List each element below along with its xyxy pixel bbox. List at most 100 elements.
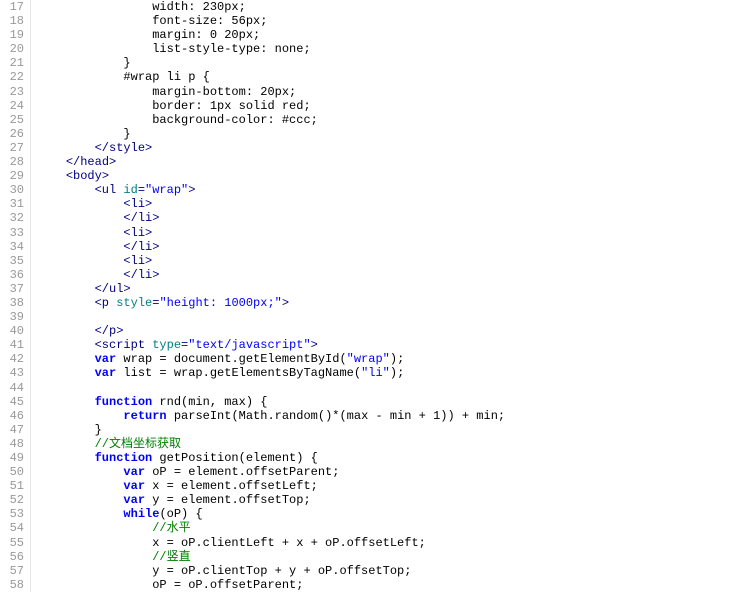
code-editor: 1718192021222324252627282930313233343536… (0, 0, 732, 592)
code-token: list-style-type: none; (37, 42, 311, 56)
code-token: </li> (123, 240, 159, 254)
line-number: 28 (0, 155, 30, 169)
line-number: 17 (0, 0, 30, 14)
code-line[interactable]: width: 230px; (37, 0, 732, 14)
code-token: > (188, 183, 195, 197)
code-line[interactable]: while(oP) { (37, 507, 732, 521)
line-number: 20 (0, 42, 30, 56)
code-line[interactable]: x = oP.clientLeft + x + oP.offsetLeft; (37, 536, 732, 550)
code-token: <p (95, 296, 117, 310)
line-number: 44 (0, 381, 30, 395)
code-line[interactable]: //竖直 (37, 550, 732, 564)
code-token (37, 240, 123, 254)
line-number: 57 (0, 564, 30, 578)
code-line[interactable]: } (37, 127, 732, 141)
line-number: 32 (0, 211, 30, 225)
code-line[interactable]: var x = element.offsetLeft; (37, 479, 732, 493)
code-area[interactable]: width: 230px; font-size: 56px; margin: 0… (31, 0, 732, 592)
code-line[interactable] (37, 381, 732, 395)
code-line[interactable]: //水平 (37, 521, 732, 535)
code-line[interactable] (37, 310, 732, 324)
line-number: 31 (0, 197, 30, 211)
code-token: var (123, 465, 145, 479)
line-number: 24 (0, 99, 30, 113)
code-line[interactable]: oP = oP.offsetParent; (37, 578, 732, 592)
code-line[interactable]: <body> (37, 169, 732, 183)
code-line[interactable]: #wrap li p { (37, 70, 732, 84)
code-token (37, 211, 123, 225)
line-number: 48 (0, 437, 30, 451)
line-number: 34 (0, 240, 30, 254)
line-number: 50 (0, 465, 30, 479)
code-token: > (282, 296, 289, 310)
code-token: = (138, 183, 145, 197)
code-line[interactable]: </p> (37, 324, 732, 338)
code-line[interactable]: </li> (37, 211, 732, 225)
code-token: //竖直 (152, 550, 190, 564)
code-token: } (37, 127, 131, 141)
code-line[interactable]: } (37, 56, 732, 70)
line-number: 51 (0, 479, 30, 493)
code-line[interactable]: <li> (37, 226, 732, 240)
code-token (37, 197, 123, 211)
code-token (37, 324, 95, 338)
code-token: "height: 1000px;" (159, 296, 281, 310)
code-line[interactable]: } (37, 423, 732, 437)
code-line[interactable]: var oP = element.offsetParent; (37, 465, 732, 479)
code-token: ); (390, 352, 404, 366)
code-token: y = oP.clientTop + y + oP.offsetTop; (37, 564, 411, 578)
code-line[interactable]: </style> (37, 141, 732, 155)
code-line[interactable]: var wrap = document.getElementById("wrap… (37, 352, 732, 366)
code-line[interactable]: list-style-type: none; (37, 42, 732, 56)
code-line[interactable]: </li> (37, 268, 732, 282)
code-line[interactable]: var list = wrap.getElementsByTagName("li… (37, 366, 732, 380)
code-line[interactable]: </ul> (37, 282, 732, 296)
code-line[interactable]: border: 1px solid red; (37, 99, 732, 113)
line-number: 29 (0, 169, 30, 183)
line-number: 56 (0, 550, 30, 564)
code-token: y = element.offsetTop; (145, 493, 311, 507)
code-line[interactable]: <li> (37, 254, 732, 268)
code-token: return (123, 409, 166, 423)
code-token: <li> (123, 197, 152, 211)
code-line[interactable]: y = oP.clientTop + y + oP.offsetTop; (37, 564, 732, 578)
code-line[interactable]: background-color: #ccc; (37, 113, 732, 127)
line-number: 33 (0, 226, 30, 240)
code-token (37, 141, 95, 155)
code-token (37, 437, 95, 451)
code-token: background-color: #ccc; (37, 113, 318, 127)
code-line[interactable]: <p style="height: 1000px;"> (37, 296, 732, 310)
code-token: <ul (95, 183, 124, 197)
line-number: 23 (0, 85, 30, 99)
code-line[interactable]: //文档坐标获取 (37, 437, 732, 451)
code-token (37, 409, 123, 423)
code-token: </p> (95, 324, 124, 338)
code-line[interactable]: function getPosition(element) { (37, 451, 732, 465)
code-token: function (95, 395, 153, 409)
code-token: margin: 0 20px; (37, 28, 260, 42)
code-token: } (37, 423, 102, 437)
code-line[interactable]: function rnd(min, max) { (37, 395, 732, 409)
code-token: style (116, 296, 152, 310)
code-token: </li> (123, 268, 159, 282)
code-token (37, 465, 123, 479)
code-token: <script (95, 338, 153, 352)
line-number: 43 (0, 366, 30, 380)
code-line[interactable]: font-size: 56px; (37, 14, 732, 28)
line-number: 58 (0, 578, 30, 592)
code-line[interactable]: </li> (37, 240, 732, 254)
code-line[interactable]: var y = element.offsetTop; (37, 493, 732, 507)
code-line[interactable]: </head> (37, 155, 732, 169)
code-line[interactable]: <li> (37, 197, 732, 211)
code-line[interactable]: <script type="text/javascript"> (37, 338, 732, 352)
code-line[interactable]: return parseInt(Math.random()*(max - min… (37, 409, 732, 423)
code-line[interactable]: <ul id="wrap"> (37, 183, 732, 197)
code-line[interactable]: margin-bottom: 20px; (37, 85, 732, 99)
code-line[interactable]: margin: 0 20px; (37, 28, 732, 42)
code-token: //文档坐标获取 (95, 437, 181, 451)
code-token: var (123, 479, 145, 493)
line-number: 27 (0, 141, 30, 155)
line-number: 21 (0, 56, 30, 70)
code-token: getPosition(element) { (152, 451, 318, 465)
code-token: #wrap li p { (37, 70, 210, 84)
